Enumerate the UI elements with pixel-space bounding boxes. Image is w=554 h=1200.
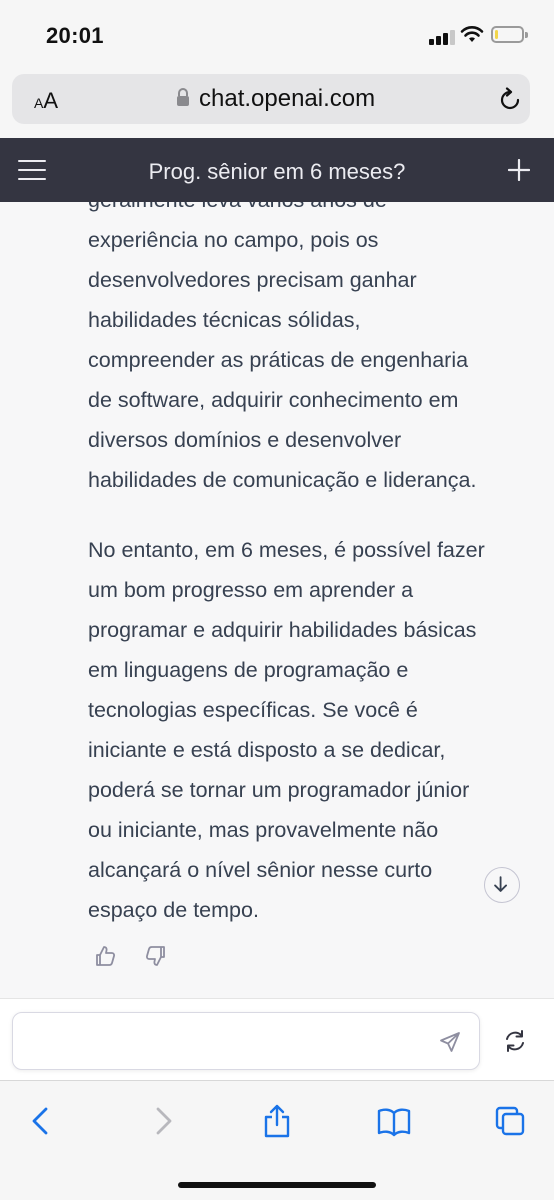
response-paragraph-2: No entanto, em 6 meses, é possível fazer…	[88, 530, 528, 930]
share-icon[interactable]	[261, 1104, 293, 1138]
plus-icon[interactable]	[508, 159, 530, 181]
bookmarks-icon[interactable]	[376, 1104, 412, 1138]
send-icon[interactable]	[438, 1030, 462, 1054]
thumbs-up-icon[interactable]	[93, 944, 117, 968]
paragraph-line: desenvolvedores precisam ganhar	[88, 268, 417, 292]
tabs-icon[interactable]	[494, 1104, 526, 1138]
paragraph-line: tecnologias específicas. Se você é	[88, 698, 418, 722]
status-time: 20:01	[46, 23, 104, 48]
battery-icon	[491, 26, 524, 43]
paragraph-line: programar e adquirir habilidades básicas	[88, 618, 477, 642]
paragraph-line: habilidades de comunicação e liderança.	[88, 468, 477, 492]
forward-icon[interactable]	[146, 1104, 178, 1138]
paragraph-line: compreender as práticas de engenharia	[88, 348, 469, 372]
message-input[interactable]	[12, 1012, 480, 1070]
paragraph-line: No entanto, em 6 meses, é possível fazer	[88, 538, 485, 562]
battery-level	[495, 30, 498, 39]
lock-icon	[177, 88, 189, 106]
scroll-to-bottom-button[interactable]	[484, 867, 520, 903]
conversation-content[interactable]: geralmente leva vários anos de experiênc…	[0, 202, 554, 998]
paragraph-line: poderá se tornar um programador júnior	[88, 778, 470, 802]
battery-tip	[525, 32, 528, 38]
back-icon[interactable]	[26, 1104, 58, 1138]
paragraph-line: iniciante e está disposto a se dedicar,	[88, 738, 446, 762]
paragraph-line: em linguagens de programação e	[88, 658, 409, 682]
wifi-icon	[460, 26, 484, 42]
arrow-down-icon	[494, 876, 507, 892]
url-text[interactable]: chat.openai.com	[199, 85, 375, 113]
chat-title: Prog. sênior em 6 meses?	[148, 159, 406, 184]
paragraph-line: geralmente leva vários anos de	[88, 202, 528, 220]
paragraph-line: experiência no campo, pois os	[88, 228, 379, 252]
cellular-signal-icon	[429, 29, 455, 45]
text-size-button[interactable]: AA	[34, 88, 58, 114]
regenerate-icon[interactable]	[502, 1028, 528, 1054]
paragraph-line: habilidades técnicas sólidas,	[88, 308, 361, 332]
thumbs-down-icon[interactable]	[144, 944, 168, 968]
reload-icon[interactable]	[496, 86, 524, 114]
paragraph-line: alcançará o nível sênior nesse curto	[88, 858, 433, 882]
home-indicator	[178, 1182, 376, 1188]
paragraph-line: um bom progresso em aprender a	[88, 578, 414, 602]
response-paragraph-1: geralmente leva vários anos de experiênc…	[88, 202, 528, 500]
paragraph-line: espaço de tempo.	[88, 898, 259, 922]
paragraph-line: ou iniciante, mas provavelmente não	[88, 818, 439, 842]
paragraph-line: de software, adquirir conhecimento em	[88, 388, 459, 412]
paragraph-line: diversos domínios e desenvolver	[88, 428, 402, 452]
